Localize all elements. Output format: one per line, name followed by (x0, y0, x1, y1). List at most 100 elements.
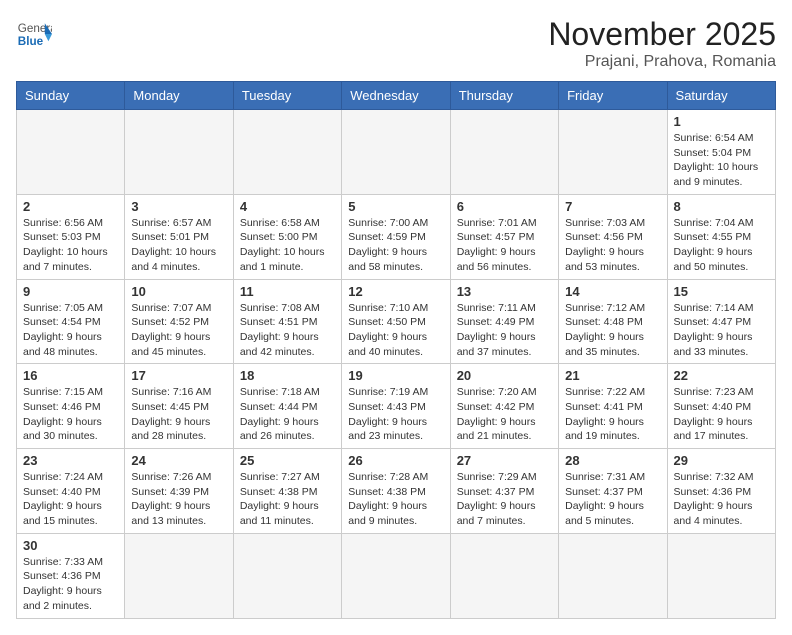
calendar-cell: 22Sunrise: 7:23 AM Sunset: 4:40 PM Dayli… (667, 364, 775, 449)
day-info: Sunrise: 7:11 AM Sunset: 4:49 PM Dayligh… (457, 301, 552, 360)
day-number: 14 (565, 284, 660, 299)
day-number: 24 (131, 453, 226, 468)
day-number: 5 (348, 199, 443, 214)
svg-text:Blue: Blue (18, 35, 44, 48)
month-title: November 2025 (548, 16, 776, 53)
day-number: 19 (348, 368, 443, 383)
day-number: 8 (674, 199, 769, 214)
day-number: 15 (674, 284, 769, 299)
day-info: Sunrise: 7:03 AM Sunset: 4:56 PM Dayligh… (565, 216, 660, 275)
day-number: 21 (565, 368, 660, 383)
calendar-cell: 2Sunrise: 6:56 AM Sunset: 5:03 PM Daylig… (17, 194, 125, 279)
day-number: 26 (348, 453, 443, 468)
calendar-cell: 20Sunrise: 7:20 AM Sunset: 4:42 PM Dayli… (450, 364, 558, 449)
day-number: 18 (240, 368, 335, 383)
day-number: 12 (348, 284, 443, 299)
calendar-week-row: 16 Sunrise: 7:15 AM Sunset: 4:46 PM Dayli… (17, 364, 776, 449)
day-info: Sunrise: 6:57 AM Sunset: 5:01 PM Dayligh… (131, 216, 226, 275)
day-info: Sunrise: 7:07 AM Sunset: 4:52 PM Dayligh… (131, 301, 226, 360)
day-number: 25 (240, 453, 335, 468)
day-number: 9 (23, 284, 118, 299)
calendar-cell: 1 Sunrise: 6:54 AM Sunset: 5:04 PM Daylig… (667, 110, 775, 195)
calendar-cell: 4 Sunrise: 6:58 AM Sunset: 5:00 PM Daylig… (233, 194, 341, 279)
day-info: Sunrise: 7:22 AM Sunset: 4:41 PM Dayligh… (565, 385, 660, 444)
header: General Blue November 2025 Prajani, Prah… (16, 16, 776, 71)
day-number: 4 (240, 199, 335, 214)
day-number: 27 (457, 453, 552, 468)
weekday-header: Tuesday (233, 82, 341, 110)
calendar-cell (667, 533, 775, 618)
calendar-cell: 29Sunrise: 7:32 AM Sunset: 4:36 PM Dayli… (667, 449, 775, 534)
day-info: Sunrise: 7:19 AM Sunset: 4:43 PM Dayligh… (348, 385, 443, 444)
calendar-cell (125, 533, 233, 618)
weekday-header: Saturday (667, 82, 775, 110)
calendar-cell (450, 110, 558, 195)
day-info: Sunrise: 7:24 AM Sunset: 4:40 PM Dayligh… (23, 470, 118, 529)
day-number: 23 (23, 453, 118, 468)
day-number: 16 (23, 368, 118, 383)
calendar-week-row: 30 Sunrise: 7:33 AM Sunset: 4:36 PM Dayli… (17, 533, 776, 618)
day-info: Sunrise: 7:31 AM Sunset: 4:37 PM Dayligh… (565, 470, 660, 529)
day-number: 13 (457, 284, 552, 299)
calendar-cell: 7Sunrise: 7:03 AM Sunset: 4:56 PM Daylig… (559, 194, 667, 279)
calendar-cell: 16 Sunrise: 7:15 AM Sunset: 4:46 PM Dayli… (17, 364, 125, 449)
day-number: 10 (131, 284, 226, 299)
calendar-cell: 18Sunrise: 7:18 AM Sunset: 4:44 PM Dayli… (233, 364, 341, 449)
calendar-cell: 17 Sunrise: 7:16 AM Sunset: 4:45 PM Dayli… (125, 364, 233, 449)
calendar-cell: 14Sunrise: 7:12 AM Sunset: 4:48 PM Dayli… (559, 279, 667, 364)
calendar-cell: 26 Sunrise: 7:28 AM Sunset: 4:38 PM Dayli… (342, 449, 450, 534)
day-number: 28 (565, 453, 660, 468)
day-number: 11 (240, 284, 335, 299)
calendar-cell: 19 Sunrise: 7:19 AM Sunset: 4:43 PM Dayli… (342, 364, 450, 449)
calendar-cell: 24 Sunrise: 7:26 AM Sunset: 4:39 PM Dayli… (125, 449, 233, 534)
day-info: Sunrise: 7:00 AM Sunset: 4:59 PM Dayligh… (348, 216, 443, 275)
weekday-header: Friday (559, 82, 667, 110)
calendar-cell (125, 110, 233, 195)
day-info: Sunrise: 7:28 AM Sunset: 4:38 PM Dayligh… (348, 470, 443, 529)
weekday-header: Wednesday (342, 82, 450, 110)
day-info: Sunrise: 7:26 AM Sunset: 4:39 PM Dayligh… (131, 470, 226, 529)
day-info: Sunrise: 7:16 AM Sunset: 4:45 PM Dayligh… (131, 385, 226, 444)
weekday-header: Monday (125, 82, 233, 110)
calendar-cell (233, 110, 341, 195)
calendar-cell: 25Sunrise: 7:27 AM Sunset: 4:38 PM Dayli… (233, 449, 341, 534)
calendar-cell: 9 Sunrise: 7:05 AM Sunset: 4:54 PM Daylig… (17, 279, 125, 364)
day-number: 17 (131, 368, 226, 383)
calendar-week-row: 23 Sunrise: 7:24 AM Sunset: 4:40 PM Dayli… (17, 449, 776, 534)
day-info: Sunrise: 7:01 AM Sunset: 4:57 PM Dayligh… (457, 216, 552, 275)
day-number: 1 (674, 114, 769, 129)
logo-icon: General Blue (16, 16, 52, 52)
calendar-header-row: SundayMondayTuesdayWednesdayThursdayFrid… (17, 82, 776, 110)
calendar-cell: 6 Sunrise: 7:01 AM Sunset: 4:57 PM Daylig… (450, 194, 558, 279)
weekday-header: Sunday (17, 82, 125, 110)
day-info: Sunrise: 7:04 AM Sunset: 4:55 PM Dayligh… (674, 216, 769, 275)
day-info: Sunrise: 7:32 AM Sunset: 4:36 PM Dayligh… (674, 470, 769, 529)
calendar-cell (559, 533, 667, 618)
logo: General Blue (16, 16, 52, 52)
day-info: Sunrise: 7:33 AM Sunset: 4:36 PM Dayligh… (23, 555, 118, 614)
calendar-cell: 11Sunrise: 7:08 AM Sunset: 4:51 PM Dayli… (233, 279, 341, 364)
day-info: Sunrise: 7:15 AM Sunset: 4:46 PM Dayligh… (23, 385, 118, 444)
day-info: Sunrise: 7:23 AM Sunset: 4:40 PM Dayligh… (674, 385, 769, 444)
calendar-cell: 23 Sunrise: 7:24 AM Sunset: 4:40 PM Dayli… (17, 449, 125, 534)
calendar-cell: 13 Sunrise: 7:11 AM Sunset: 4:49 PM Dayli… (450, 279, 558, 364)
day-info: Sunrise: 7:05 AM Sunset: 4:54 PM Dayligh… (23, 301, 118, 360)
calendar-cell (233, 533, 341, 618)
calendar-cell: 5 Sunrise: 7:00 AM Sunset: 4:59 PM Daylig… (342, 194, 450, 279)
day-number: 30 (23, 538, 118, 553)
location-title: Prajani, Prahova, Romania (548, 53, 776, 71)
day-info: Sunrise: 6:56 AM Sunset: 5:03 PM Dayligh… (23, 216, 118, 275)
calendar-cell: 12Sunrise: 7:10 AM Sunset: 4:50 PM Dayli… (342, 279, 450, 364)
day-info: Sunrise: 7:14 AM Sunset: 4:47 PM Dayligh… (674, 301, 769, 360)
day-info: Sunrise: 6:58 AM Sunset: 5:00 PM Dayligh… (240, 216, 335, 275)
calendar: SundayMondayTuesdayWednesdayThursdayFrid… (16, 81, 776, 619)
calendar-cell: 3 Sunrise: 6:57 AM Sunset: 5:01 PM Daylig… (125, 194, 233, 279)
day-number: 6 (457, 199, 552, 214)
calendar-cell (559, 110, 667, 195)
calendar-week-row: 2Sunrise: 6:56 AM Sunset: 5:03 PM Daylig… (17, 194, 776, 279)
day-info: Sunrise: 6:54 AM Sunset: 5:04 PM Dayligh… (674, 131, 769, 190)
calendar-cell (450, 533, 558, 618)
day-number: 20 (457, 368, 552, 383)
day-number: 3 (131, 199, 226, 214)
calendar-cell: 10 Sunrise: 7:07 AM Sunset: 4:52 PM Dayli… (125, 279, 233, 364)
